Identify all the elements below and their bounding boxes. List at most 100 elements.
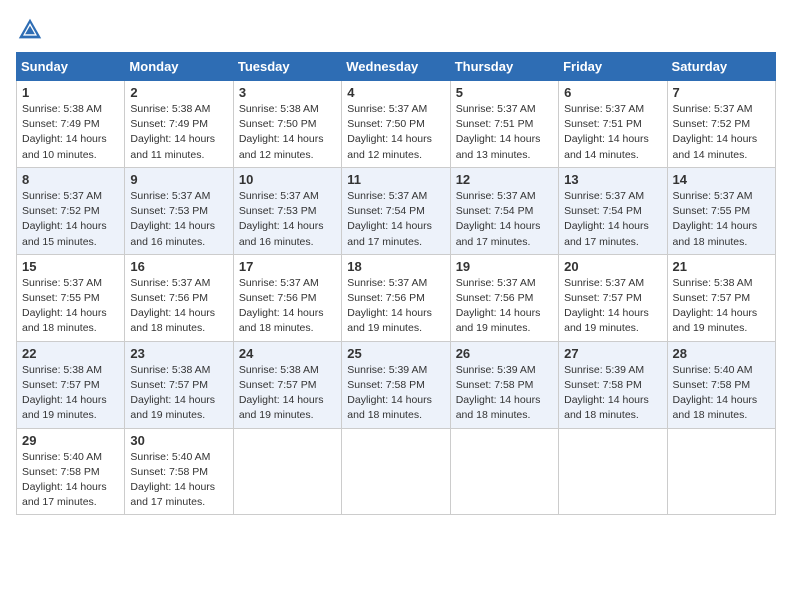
calendar-header-row: SundayMondayTuesdayWednesdayThursdayFrid… <box>17 53 776 81</box>
day-number: 25 <box>347 346 444 361</box>
calendar-cell: 10Sunrise: 5:37 AMSunset: 7:53 PMDayligh… <box>233 167 341 254</box>
calendar-cell: 29 Sunrise: 5:40 AMSunset: 7:58 PMDayligh… <box>17 428 125 515</box>
day-number: 27 <box>564 346 661 361</box>
day-number: 23 <box>130 346 227 361</box>
cell-info: Sunrise: 5:37 AMSunset: 7:57 PMDaylight:… <box>564 276 661 337</box>
cell-info: Sunrise: 5:38 AMSunset: 7:57 PMDaylight:… <box>22 363 119 424</box>
cell-info: Sunrise: 5:37 AMSunset: 7:50 PMDaylight:… <box>347 102 444 163</box>
day-number: 14 <box>673 172 770 187</box>
cell-info: Sunrise: 5:37 AMSunset: 7:56 PMDaylight:… <box>239 276 336 337</box>
day-number: 26 <box>456 346 553 361</box>
cell-info: Sunrise: 5:37 AMSunset: 7:53 PMDaylight:… <box>130 189 227 250</box>
calendar-cell: 25 Sunrise: 5:39 AMSunset: 7:58 PMDayligh… <box>342 341 450 428</box>
cell-info: Sunrise: 5:37 AMSunset: 7:54 PMDaylight:… <box>456 189 553 250</box>
day-number: 5 <box>456 85 553 100</box>
day-number: 18 <box>347 259 444 274</box>
week-row-4: 22 Sunrise: 5:38 AMSunset: 7:57 PMDayligh… <box>17 341 776 428</box>
column-header-thursday: Thursday <box>450 53 558 81</box>
cell-info: Sunrise: 5:40 AMSunset: 7:58 PMDaylight:… <box>130 450 227 511</box>
cell-info: Sunrise: 5:37 AMSunset: 7:56 PMDaylight:… <box>347 276 444 337</box>
day-number: 21 <box>673 259 770 274</box>
cell-info: Sunrise: 5:37 AMSunset: 7:52 PMDaylight:… <box>22 189 119 250</box>
calendar-cell: 8 Sunrise: 5:37 AMSunset: 7:52 PMDaylight… <box>17 167 125 254</box>
calendar-cell: 5 Sunrise: 5:37 AMSunset: 7:51 PMDaylight… <box>450 81 558 168</box>
calendar-cell: 13 Sunrise: 5:37 AMSunset: 7:54 PMDayligh… <box>559 167 667 254</box>
day-number: 28 <box>673 346 770 361</box>
week-row-1: 1 Sunrise: 5:38 AMSunset: 7:49 PMDaylight… <box>17 81 776 168</box>
calendar-cell: 12 Sunrise: 5:37 AMSunset: 7:54 PMDayligh… <box>450 167 558 254</box>
day-number: 7 <box>673 85 770 100</box>
cell-info: Sunrise: 5:40 AMSunset: 7:58 PMDaylight:… <box>673 363 770 424</box>
day-number: 13 <box>564 172 661 187</box>
calendar-cell: 22 Sunrise: 5:38 AMSunset: 7:57 PMDayligh… <box>17 341 125 428</box>
cell-info: Sunrise: 5:37 AMSunset: 7:52 PMDaylight:… <box>673 102 770 163</box>
cell-info: Sunrise: 5:38 AMSunset: 7:50 PMDaylight:… <box>239 102 336 163</box>
cell-info: Sunrise: 5:38 AMSunset: 7:57 PMDaylight:… <box>239 363 336 424</box>
day-number: 17 <box>239 259 336 274</box>
column-header-tuesday: Tuesday <box>233 53 341 81</box>
day-number: 19 <box>456 259 553 274</box>
day-number: 24 <box>239 346 336 361</box>
cell-info: Sunrise: 5:37 AMSunset: 7:53 PMDaylight:… <box>239 189 336 250</box>
cell-info: Sunrise: 5:38 AMSunset: 7:57 PMDaylight:… <box>673 276 770 337</box>
cell-info: Sunrise: 5:39 AMSunset: 7:58 PMDaylight:… <box>456 363 553 424</box>
cell-info: Sunrise: 5:38 AMSunset: 7:57 PMDaylight:… <box>130 363 227 424</box>
calendar-cell: 11 Sunrise: 5:37 AMSunset: 7:54 PMDayligh… <box>342 167 450 254</box>
day-number: 22 <box>22 346 119 361</box>
calendar-cell: 4 Sunrise: 5:37 AMSunset: 7:50 PMDaylight… <box>342 81 450 168</box>
day-number: 12 <box>456 172 553 187</box>
day-number: 30 <box>130 433 227 448</box>
calendar-cell: 6 Sunrise: 5:37 AMSunset: 7:51 PMDaylight… <box>559 81 667 168</box>
day-number: 3 <box>239 85 336 100</box>
cell-info: Sunrise: 5:37 AMSunset: 7:54 PMDaylight:… <box>564 189 661 250</box>
day-number: 29 <box>22 433 119 448</box>
calendar-cell <box>233 428 341 515</box>
calendar-cell: 14 Sunrise: 5:37 AMSunset: 7:55 PMDayligh… <box>667 167 775 254</box>
cell-info: Sunrise: 5:37 AMSunset: 7:56 PMDaylight:… <box>456 276 553 337</box>
day-number: 20 <box>564 259 661 274</box>
calendar-cell: 7 Sunrise: 5:37 AMSunset: 7:52 PMDaylight… <box>667 81 775 168</box>
column-header-wednesday: Wednesday <box>342 53 450 81</box>
day-number: 4 <box>347 85 444 100</box>
calendar-cell: 27 Sunrise: 5:39 AMSunset: 7:58 PMDayligh… <box>559 341 667 428</box>
cell-info: Sunrise: 5:37 AMSunset: 7:54 PMDaylight:… <box>347 189 444 250</box>
calendar-cell <box>559 428 667 515</box>
calendar-cell <box>342 428 450 515</box>
column-header-monday: Monday <box>125 53 233 81</box>
calendar-cell: 19 Sunrise: 5:37 AMSunset: 7:56 PMDayligh… <box>450 254 558 341</box>
cell-info: Sunrise: 5:37 AMSunset: 7:56 PMDaylight:… <box>130 276 227 337</box>
calendar-cell <box>667 428 775 515</box>
calendar-cell: 16 Sunrise: 5:37 AMSunset: 7:56 PMDayligh… <box>125 254 233 341</box>
cell-info: Sunrise: 5:37 AMSunset: 7:51 PMDaylight:… <box>456 102 553 163</box>
logo-icon <box>16 16 44 44</box>
day-number: 1 <box>22 85 119 100</box>
calendar-cell: 28 Sunrise: 5:40 AMSunset: 7:58 PMDayligh… <box>667 341 775 428</box>
cell-info: Sunrise: 5:38 AMSunset: 7:49 PMDaylight:… <box>22 102 119 163</box>
calendar-cell: 23 Sunrise: 5:38 AMSunset: 7:57 PMDayligh… <box>125 341 233 428</box>
header <box>16 16 776 44</box>
day-number: 16 <box>130 259 227 274</box>
day-number: 6 <box>564 85 661 100</box>
column-header-friday: Friday <box>559 53 667 81</box>
day-number: 9 <box>130 172 227 187</box>
cell-info: Sunrise: 5:40 AMSunset: 7:58 PMDaylight:… <box>22 450 119 511</box>
calendar-cell: 2Sunrise: 5:38 AMSunset: 7:49 PMDaylight… <box>125 81 233 168</box>
day-number: 11 <box>347 172 444 187</box>
day-number: 2 <box>130 85 227 100</box>
cell-info: Sunrise: 5:37 AMSunset: 7:55 PMDaylight:… <box>673 189 770 250</box>
calendar-cell: 20 Sunrise: 5:37 AMSunset: 7:57 PMDayligh… <box>559 254 667 341</box>
calendar-cell <box>450 428 558 515</box>
cell-info: Sunrise: 5:37 AMSunset: 7:51 PMDaylight:… <box>564 102 661 163</box>
cell-info: Sunrise: 5:39 AMSunset: 7:58 PMDaylight:… <box>564 363 661 424</box>
cell-info: Sunrise: 5:37 AMSunset: 7:55 PMDaylight:… <box>22 276 119 337</box>
calendar-cell: 9 Sunrise: 5:37 AMSunset: 7:53 PMDaylight… <box>125 167 233 254</box>
calendar-cell: 18 Sunrise: 5:37 AMSunset: 7:56 PMDayligh… <box>342 254 450 341</box>
day-number: 8 <box>22 172 119 187</box>
calendar-cell: 30 Sunrise: 5:40 AMSunset: 7:58 PMDayligh… <box>125 428 233 515</box>
week-row-3: 15Sunrise: 5:37 AMSunset: 7:55 PMDayligh… <box>17 254 776 341</box>
cell-info: Sunrise: 5:39 AMSunset: 7:58 PMDaylight:… <box>347 363 444 424</box>
calendar-cell: 21 Sunrise: 5:38 AMSunset: 7:57 PMDayligh… <box>667 254 775 341</box>
calendar-cell: 1 Sunrise: 5:38 AMSunset: 7:49 PMDaylight… <box>17 81 125 168</box>
column-header-saturday: Saturday <box>667 53 775 81</box>
calendar-cell: 26 Sunrise: 5:39 AMSunset: 7:58 PMDayligh… <box>450 341 558 428</box>
